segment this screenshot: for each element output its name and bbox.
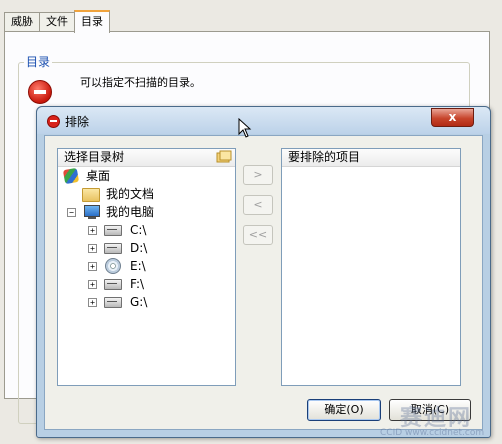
tree-node-label: 我的电脑 — [106, 205, 155, 219]
excluded-header-label: 要排除的项目 — [288, 150, 361, 164]
directory-tree-pane: 选择目录树 桌面 我的文档 − 我的电脑 + C:\ + D:\ + E:\ +… — [57, 148, 236, 386]
tree-header-label: 选择目录树 — [64, 150, 125, 164]
expand-icon[interactable]: + — [88, 298, 97, 307]
folder-icon — [82, 188, 100, 202]
collapse-icon[interactable]: − — [67, 208, 76, 217]
expand-icon[interactable]: + — [88, 226, 97, 235]
tree-node-label: D:\ — [130, 241, 148, 255]
group-description: 可以指定不扫描的目录。 — [80, 76, 201, 89]
tree-node-label: F:\ — [130, 277, 145, 291]
tree-node-label: C:\ — [130, 223, 147, 237]
hard-drive-icon — [104, 243, 122, 254]
tree-node-label: 桌面 — [86, 169, 111, 183]
tab-directories[interactable]: 目录 — [74, 10, 110, 33]
stop-icon — [47, 115, 60, 128]
group-title: 目录 — [24, 53, 53, 70]
folder-options-icon[interactable] — [216, 150, 232, 164]
computer-icon — [84, 205, 100, 219]
hard-drive-icon — [104, 297, 122, 308]
ok-button[interactable]: 确定(O) — [307, 399, 381, 421]
tab-threats[interactable]: 威胁 — [4, 12, 40, 31]
expand-icon[interactable]: + — [88, 244, 97, 253]
tree-node-label: 我的文档 — [106, 187, 155, 201]
excluded-header: 要排除的项目 — [282, 149, 460, 167]
tab-files[interactable]: 文件 — [39, 12, 75, 31]
dialog-client: 选择目录树 桌面 我的文档 − 我的电脑 + C:\ + D:\ + E:\ +… — [44, 135, 483, 430]
excluded-items-pane[interactable]: 要排除的项目 — [281, 148, 461, 386]
hard-drive-icon — [104, 225, 122, 236]
expand-icon[interactable]: + — [88, 262, 97, 271]
dialog-titlebar[interactable]: 排除 x — [37, 107, 490, 134]
hard-drive-icon — [104, 279, 122, 290]
desktop-icon — [62, 167, 80, 185]
remove-all-button[interactable]: << — [243, 225, 273, 245]
tree-header: 选择目录树 — [58, 149, 235, 167]
mouse-cursor-icon — [238, 118, 252, 138]
close-button[interactable]: x — [431, 108, 474, 127]
watermark-url: CCID www.ccidnet.com — [380, 428, 485, 438]
expand-icon[interactable]: + — [88, 280, 97, 289]
add-button[interactable]: > — [243, 165, 273, 185]
exclude-dialog: 排除 x 选择目录树 桌面 我的文档 − 我的电脑 + C:\ + D:\ + … — [36, 106, 491, 438]
cd-drive-icon — [105, 258, 121, 274]
stop-icon — [28, 80, 52, 104]
tree-node-label: E:\ — [130, 259, 146, 273]
remove-button[interactable]: < — [243, 195, 273, 215]
tab-strip: 威胁 文件 目录 — [4, 10, 110, 33]
dialog-title: 排除 — [65, 115, 90, 129]
tree-node-label: G:\ — [130, 295, 148, 309]
